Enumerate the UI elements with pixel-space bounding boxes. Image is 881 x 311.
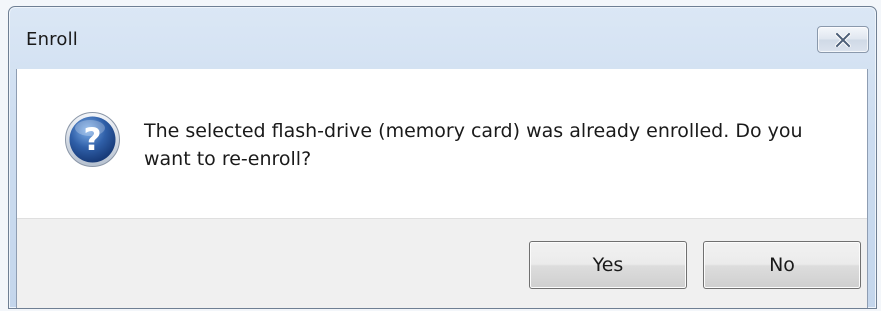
message-line-1: The selected flash-drive (memory card) w… xyxy=(144,120,803,142)
close-button[interactable] xyxy=(817,26,869,53)
question-icon: ? xyxy=(65,112,120,167)
button-bar: Yes No xyxy=(17,218,867,308)
message-line-2: want to re-enroll? xyxy=(144,148,312,170)
dialog-body: ? The selected flash-drive (memory card)… xyxy=(16,69,868,308)
title-bar[interactable]: Enroll xyxy=(9,7,876,69)
message-text: The selected flash-drive (memory card) w… xyxy=(144,117,834,173)
dialog-window: Enroll ? The selected flash-drive (memor… xyxy=(8,6,877,309)
window-title: Enroll xyxy=(26,29,79,50)
message-area: ? The selected flash-drive (memory card)… xyxy=(17,69,867,218)
close-x-icon xyxy=(835,32,851,47)
yes-button[interactable]: Yes xyxy=(529,241,687,289)
svg-text:?: ? xyxy=(84,122,102,158)
no-button[interactable]: No xyxy=(703,241,861,289)
